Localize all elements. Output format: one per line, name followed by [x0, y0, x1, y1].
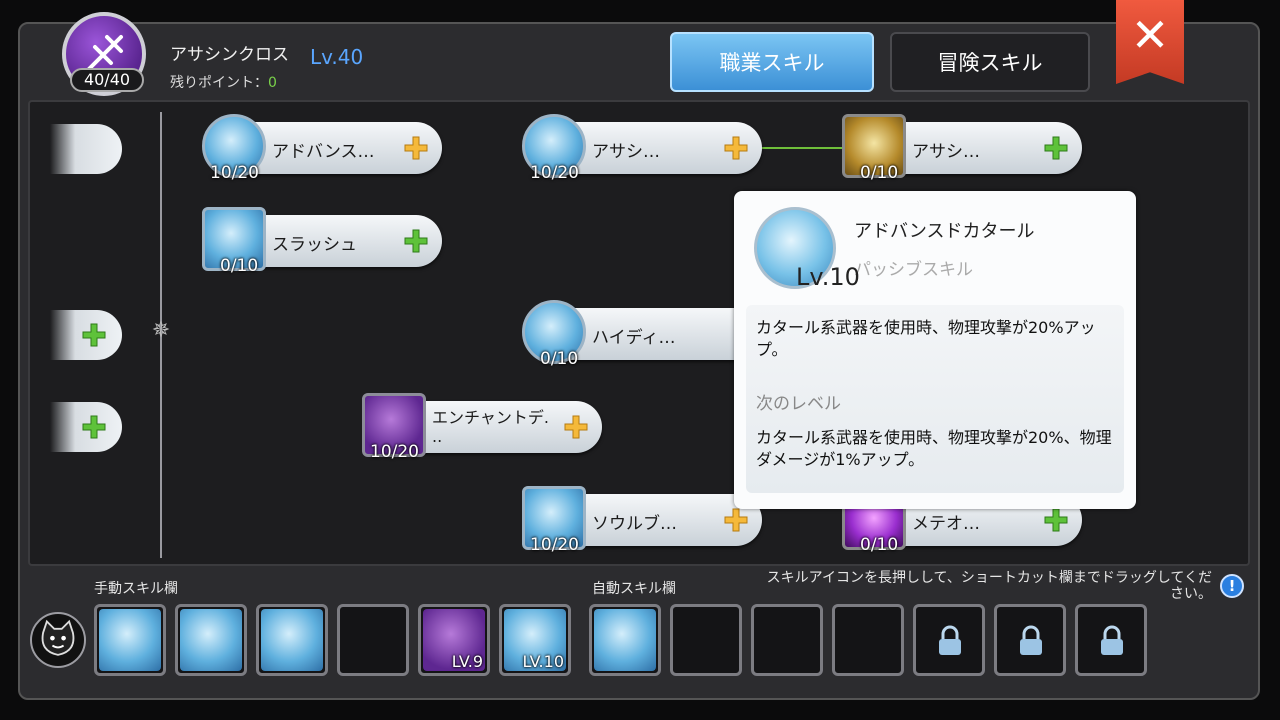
- shortcut-hint: スキルアイコンを長押しして、ショートカット欄までドラッグしてください。: [766, 570, 1212, 602]
- potion-skill-icon: [261, 609, 323, 671]
- close-icon: ✕: [1130, 8, 1170, 62]
- auto-skill-bar-label: 自動スキル欄: [592, 581, 676, 597]
- skill-level: 10/20: [530, 535, 579, 555]
- tab-job-skills[interactable]: 職業スキル: [670, 32, 874, 92]
- remaining-points: 残りポイント：0: [170, 72, 277, 92]
- auto-slot-6-locked: [994, 604, 1066, 676]
- slot-level: LV.10: [522, 652, 564, 671]
- buff-skill-icon: [180, 609, 242, 671]
- tooltip-next-description: カタール系武器を使用時、物理攻撃が20%、物理ダメージが1%アップ。: [756, 428, 1112, 469]
- manual-slot-2[interactable]: [175, 604, 247, 676]
- info-icon[interactable]: !: [1220, 574, 1244, 598]
- skill-name: ソウルブ…: [592, 514, 677, 534]
- skill-level: 10/20: [370, 442, 419, 462]
- plus-icon[interactable]: [722, 506, 750, 534]
- job-level: Lv.40: [310, 45, 364, 69]
- skill-tooltip: アドバンスドカタール パッシブスキル Lv.10 カタール系武器を使用時、物理攻…: [734, 191, 1136, 509]
- plus-icon[interactable]: [80, 321, 108, 349]
- auto-slot-1[interactable]: [589, 604, 661, 676]
- plus-icon[interactable]: [722, 134, 750, 162]
- plus-icon[interactable]: [1042, 506, 1070, 534]
- manual-slot-6[interactable]: LV.10: [499, 604, 571, 676]
- tooltip-title: アドバンスドカタール: [854, 221, 1035, 242]
- manual-slot-5[interactable]: LV.9: [418, 604, 490, 676]
- plus-icon[interactable]: [402, 227, 430, 255]
- tooltip-skill-type: パッシブスキル: [854, 260, 973, 280]
- skill-level: 10/20: [210, 163, 259, 183]
- skill-name: ハイディ…: [592, 328, 676, 348]
- close-button[interactable]: ✕: [1116, 0, 1184, 84]
- tree-row-tab-3[interactable]: [50, 402, 122, 452]
- tooltip-next-heading: 次のレベル: [756, 394, 841, 414]
- skill-name: メテオ…: [912, 514, 980, 534]
- plus-icon[interactable]: [80, 413, 108, 441]
- tooltip-level: Lv.10: [796, 263, 860, 291]
- cat-mascot-icon[interactable]: [30, 612, 86, 668]
- tooltip-description: カタール系武器を使用時、物理攻撃が20%アップ。: [756, 318, 1096, 359]
- manual-slot-3[interactable]: [256, 604, 328, 676]
- skill-name: スラッシュ: [272, 235, 357, 255]
- plus-icon[interactable]: [562, 413, 590, 441]
- auto-slot-3[interactable]: [751, 604, 823, 676]
- manual-skill-bar-label: 手動スキル欄: [94, 581, 178, 597]
- tree-row-tab-1[interactable]: [50, 124, 122, 174]
- skill-name: アドバンス…: [272, 142, 375, 162]
- skill-name: アサシ…: [912, 142, 980, 162]
- skill-level: 10/20: [530, 163, 579, 183]
- skill-name: エンチャントデ. ..: [432, 408, 549, 446]
- skill-level: 0/10: [860, 163, 899, 183]
- plus-icon[interactable]: [1042, 134, 1070, 162]
- skill-connector-line: [760, 147, 846, 149]
- sword-skill-icon: [594, 609, 656, 671]
- remaining-points-value: 0: [268, 75, 277, 91]
- manual-slot-4[interactable]: [337, 604, 409, 676]
- skill-level: 0/10: [540, 349, 579, 369]
- skill-name: アサシ…: [592, 142, 660, 162]
- lock-icon: [939, 625, 961, 655]
- auto-slot-5-locked: [913, 604, 985, 676]
- sword-skill-icon: [99, 609, 161, 671]
- auto-slot-7-locked: [1075, 604, 1147, 676]
- tab-adventure-skills[interactable]: 冒険スキル: [890, 32, 1090, 92]
- skill-level: 0/10: [860, 535, 899, 555]
- remaining-points-label: 残りポイント：: [170, 75, 268, 91]
- divider-ornament-icon: ✵: [151, 318, 171, 343]
- manual-slot-1[interactable]: [94, 604, 166, 676]
- tree-row-tab-2[interactable]: [50, 310, 122, 360]
- slot-level: LV.9: [451, 652, 483, 671]
- auto-slot-4[interactable]: [832, 604, 904, 676]
- lock-icon: [1020, 625, 1042, 655]
- skill-points-pill: 40/40: [70, 68, 144, 92]
- plus-icon[interactable]: [402, 134, 430, 162]
- lock-icon: [1101, 625, 1123, 655]
- job-name: アサシンクロス: [170, 45, 289, 65]
- skill-level: 0/10: [220, 256, 259, 276]
- auto-slot-2[interactable]: [670, 604, 742, 676]
